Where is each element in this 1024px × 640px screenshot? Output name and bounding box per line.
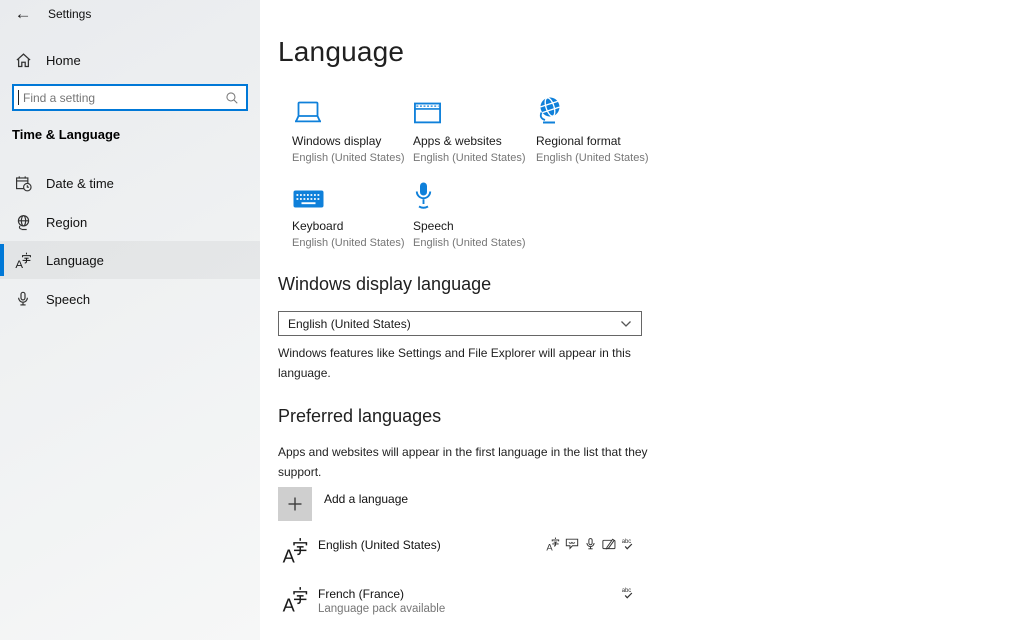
language-feature-icons: abc bbox=[545, 586, 635, 600]
sidebar-item-label: Language bbox=[46, 253, 104, 268]
sidebar-item-label: Region bbox=[46, 215, 87, 230]
page-title: Language bbox=[278, 36, 404, 68]
preferred-languages-heading: Preferred languages bbox=[278, 406, 441, 427]
display-language-icon: A bbox=[546, 537, 560, 551]
tile-label: Regional format bbox=[536, 134, 654, 148]
tile-label: Apps & websites bbox=[413, 134, 531, 148]
window-title: Settings bbox=[48, 7, 91, 21]
chevron-down-icon bbox=[620, 320, 632, 328]
language-a-char-icon: A bbox=[282, 585, 309, 619]
add-language-label: Add a language bbox=[324, 492, 408, 521]
svg-text:abc: abc bbox=[622, 539, 632, 545]
tile-label: Speech bbox=[413, 219, 531, 233]
svg-text:A: A bbox=[283, 596, 296, 614]
sidebar-section-title: Time & Language bbox=[12, 127, 120, 142]
sidebar-item-region[interactable]: Region bbox=[0, 203, 260, 241]
back-button[interactable]: ← bbox=[10, 2, 36, 26]
display-language-heading: Windows display language bbox=[278, 274, 491, 295]
svg-text:A: A bbox=[283, 547, 296, 565]
language-name: English (United States) bbox=[318, 538, 441, 552]
tile-keyboard[interactable]: Keyboard English (United States) bbox=[292, 180, 410, 249]
sidebar-item-label: Speech bbox=[46, 292, 90, 307]
language-settings-page: Language Windows display English (United… bbox=[260, 0, 1024, 640]
search-box[interactable] bbox=[12, 84, 248, 111]
sidebar-item-date-time[interactable]: Date & time bbox=[0, 164, 260, 202]
language-a-char-icon: A bbox=[282, 536, 309, 570]
globe-stand-icon bbox=[14, 213, 32, 231]
tile-value: English (United States) bbox=[292, 152, 410, 164]
keyboard-icon bbox=[292, 180, 410, 210]
tile-value: English (United States) bbox=[536, 152, 654, 164]
sidebar-item-label: Date & time bbox=[46, 176, 114, 191]
sidebar-item-language[interactable]: A Language bbox=[0, 241, 260, 279]
laptop-icon bbox=[292, 95, 410, 125]
text-to-speech-icon bbox=[565, 537, 579, 551]
svg-text:A: A bbox=[15, 259, 23, 269]
sidebar-item-home[interactable]: Home bbox=[14, 48, 81, 72]
display-language-description: Windows features like Settings and File … bbox=[278, 344, 650, 384]
tile-apps-websites[interactable]: Apps & websites English (United States) bbox=[413, 95, 531, 164]
settings-sidebar: ← Settings Home Time & Language bbox=[0, 0, 260, 640]
search-icon[interactable] bbox=[225, 91, 239, 105]
svg-text:abc: abc bbox=[622, 588, 632, 594]
globe-icon bbox=[536, 95, 654, 125]
dropdown-selected-value: English (United States) bbox=[288, 317, 620, 331]
tile-label: Keyboard bbox=[292, 219, 410, 233]
basic-typing-icon: abc bbox=[621, 537, 635, 551]
search-input[interactable] bbox=[19, 91, 225, 105]
microphone-icon bbox=[413, 180, 531, 210]
tile-speech[interactable]: Speech English (United States) bbox=[413, 180, 531, 249]
preferred-languages-description: Apps and websites will appear in the fir… bbox=[278, 443, 660, 483]
tile-value: English (United States) bbox=[413, 237, 531, 249]
basic-typing-icon: abc bbox=[621, 586, 635, 600]
tile-windows-display[interactable]: Windows display English (United States) bbox=[292, 95, 410, 164]
language-row-english[interactable]: A English (United States) A bbox=[278, 534, 658, 574]
handwriting-icon bbox=[602, 537, 616, 551]
add-language-button[interactable]: Add a language bbox=[278, 487, 408, 521]
language-feature-icons: A bbox=[545, 537, 635, 551]
home-label: Home bbox=[46, 53, 81, 68]
language-a-char-icon: A bbox=[14, 251, 32, 269]
language-name: French (France) bbox=[318, 587, 404, 601]
language-row-french[interactable]: A French (France) Language pack availabl… bbox=[278, 583, 658, 623]
sidebar-item-speech[interactable]: Speech bbox=[0, 280, 260, 318]
plus-icon bbox=[278, 487, 312, 521]
home-icon bbox=[14, 51, 32, 69]
browser-window-icon bbox=[413, 95, 531, 125]
tile-value: English (United States) bbox=[292, 237, 410, 249]
calendar-clock-icon bbox=[14, 174, 32, 192]
language-pack-note: Language pack available bbox=[318, 603, 445, 615]
tile-regional-format[interactable]: Regional format English (United States) bbox=[536, 95, 654, 164]
tile-value: English (United States) bbox=[413, 152, 531, 164]
selected-indicator bbox=[0, 244, 4, 276]
tile-label: Windows display bbox=[292, 134, 410, 148]
speech-recognition-icon bbox=[584, 537, 597, 551]
display-language-dropdown[interactable]: English (United States) bbox=[278, 311, 642, 336]
microphone-icon bbox=[14, 290, 32, 308]
